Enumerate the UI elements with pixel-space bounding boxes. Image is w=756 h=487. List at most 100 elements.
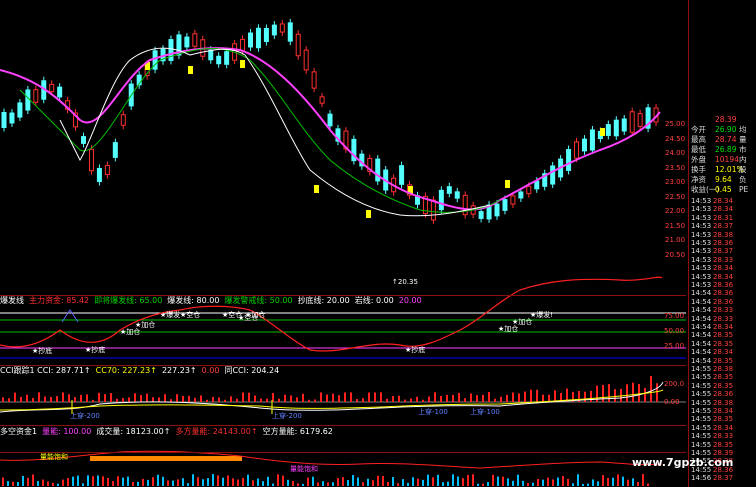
candle-body: [295, 33, 301, 57]
candle-body: [478, 211, 484, 219]
candle-body: [566, 149, 572, 171]
volume-bar: [302, 483, 304, 486]
volume-bar: [527, 482, 529, 486]
cci-bar: [632, 382, 634, 402]
highlight-candle: [240, 60, 245, 68]
chart-canvas[interactable]: ↑20.35: [0, 0, 756, 487]
cci-bar: [50, 396, 52, 402]
volume-bar: [607, 477, 609, 486]
volume-bar: [502, 476, 504, 486]
cci-bar: [446, 394, 448, 402]
volume-bar: [497, 476, 499, 486]
panel2-axis-tick: 50.00: [664, 327, 685, 335]
highlight-candle: [600, 128, 605, 136]
volume-bar: [37, 481, 39, 486]
volume-bar: [467, 474, 469, 486]
candle-body: [49, 83, 55, 93]
candle-body: [255, 27, 261, 49]
cci-bar: [332, 393, 334, 402]
cci-bar: [428, 396, 430, 402]
candle-body: [96, 167, 102, 183]
volume-bar: [182, 478, 184, 486]
cci-bar: [224, 399, 226, 402]
cci-bar: [362, 398, 364, 402]
cci-bar: [512, 392, 514, 402]
volume-bar: [412, 477, 414, 486]
cci-bar: [524, 391, 526, 402]
cci-bar: [452, 394, 454, 402]
signal-label: ★爆发!: [530, 311, 554, 319]
candle-body: [574, 141, 580, 159]
cci-bar: [236, 398, 238, 402]
volume-bar: [422, 479, 424, 486]
candle-body: [120, 114, 126, 126]
panel2-axis-tick: 25.00: [664, 342, 685, 350]
candle-body: [502, 199, 508, 211]
candle-body: [112, 142, 118, 158]
candle-body: [279, 23, 285, 33]
volume-bar: [612, 477, 614, 486]
volume-bar: [282, 475, 284, 486]
volume-bar: [137, 481, 139, 486]
quote-row: 外盘 10194内: [691, 155, 747, 164]
cci-bar: [380, 392, 382, 402]
panel3-header: CCI跟踪1 CCI: 287.71↑ CC70: 227.23↑ 227.23↑ 0…: [0, 366, 284, 376]
volume-bar: [642, 474, 644, 486]
indicator-item: 爆发警戒线: 50.00: [224, 296, 293, 305]
indicator-item: 空方量能: 6179.62: [262, 427, 333, 436]
volume-bar: [367, 478, 369, 486]
candle-body: [248, 32, 254, 48]
candle-body: [57, 86, 63, 98]
volume-bar: [442, 482, 444, 486]
candle-body: [550, 165, 556, 185]
cci-bar: [104, 394, 106, 402]
volume-bar: [357, 477, 359, 486]
volume-bar: [192, 474, 194, 486]
volume-bar: [342, 477, 344, 486]
volume-bar: [57, 483, 59, 486]
volume-bar: [202, 479, 204, 486]
cci-bar: [404, 399, 406, 402]
cci-bar: [134, 393, 136, 402]
cci-bar: [188, 395, 190, 402]
price-axis-tick: 22.00: [665, 207, 686, 215]
volume-bar: [482, 483, 484, 486]
volume-bar: [407, 482, 409, 486]
candle-body: [589, 129, 595, 151]
volume-bar: [552, 479, 554, 486]
highlight-candle: [314, 185, 319, 193]
cci-bar: [110, 393, 112, 402]
volume-bar: [47, 481, 49, 486]
cci-bar: [320, 392, 322, 402]
cci-bar: [440, 396, 442, 402]
cci-bar: [230, 396, 232, 402]
volume-bar: [77, 475, 79, 486]
cci-bar: [116, 398, 118, 402]
cci-bar: [140, 395, 142, 402]
cci-bar: [38, 392, 40, 402]
cci-bar: [62, 392, 64, 402]
indicator-item: CCI跟踪1 CCI: 287.71↑: [0, 366, 91, 375]
cci-bar: [536, 389, 538, 402]
indicator-item: 爆发线: 80.00: [167, 296, 220, 305]
candle-body: [605, 124, 611, 136]
volume-bar: [212, 474, 214, 486]
signal-label: ★空仓: [180, 311, 201, 319]
cci-bar: [218, 397, 220, 402]
volume-bar: [237, 479, 239, 486]
cci-bar: [242, 392, 244, 402]
cci-bar: [458, 392, 460, 402]
volume-bar: [142, 478, 144, 486]
volume-bar: [12, 481, 14, 486]
volume-bar: [532, 482, 534, 486]
indicator-item: 爆发线: [0, 296, 24, 305]
candle-body: [216, 55, 222, 65]
indicator-item: 20.00: [398, 296, 422, 305]
volume-bar: [197, 477, 199, 486]
volume-bar: [112, 480, 114, 486]
cci-bar: [464, 398, 466, 402]
volume-bar: [102, 476, 104, 486]
volume-bar: [417, 478, 419, 486]
candle-body: [494, 203, 500, 217]
cci-bar: [344, 392, 346, 402]
